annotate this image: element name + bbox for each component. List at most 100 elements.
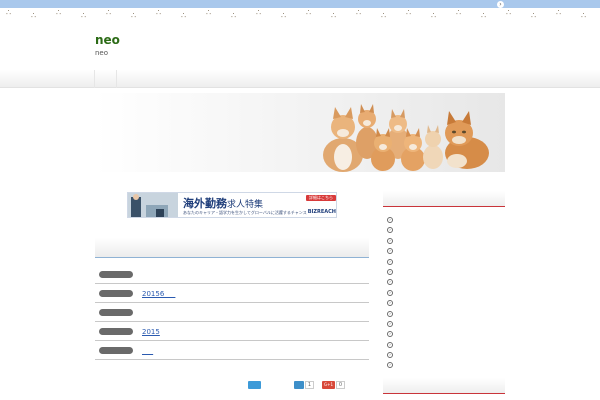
ad-detail-button[interactable]: 詳細はこちら xyxy=(306,195,336,201)
widget-heading xyxy=(383,191,505,207)
list-item xyxy=(95,341,369,360)
post-link[interactable] xyxy=(142,347,153,355)
sidebar-list-item[interactable]: › xyxy=(383,298,505,308)
paw-icon: ∴ xyxy=(6,8,12,17)
date-badge xyxy=(99,328,133,335)
chevron-right-icon: › xyxy=(387,310,393,317)
post-link[interactable]: 20156 xyxy=(142,290,175,298)
site-description: neo xyxy=(95,49,109,57)
paw-icon: ∴ xyxy=(231,11,237,20)
paw-icon: ∴ xyxy=(306,8,312,17)
paw-icon: ∴ xyxy=(331,11,337,20)
date-badge xyxy=(99,290,133,297)
widget-heading-2 xyxy=(383,378,505,394)
cat-7 xyxy=(445,111,489,169)
site-title[interactable]: neo xyxy=(95,33,120,47)
paw-icon: ∴ xyxy=(81,11,87,20)
list-item: 2015 xyxy=(95,322,369,341)
sidebar-list-item[interactable]: › xyxy=(383,350,505,360)
paw-icon: ∴ xyxy=(456,8,462,17)
paw-icon: ∴ xyxy=(381,11,387,20)
paw-pattern: ∴ ∴ ∴ ∴ ∴ ∴ ∴ ∴ ∴ ∴ ∴ ∴ ∴ ∴ ∴ ∴ ∴ ∴ ∴ ∴ ∴ ∴ ∴ ∴ xyxy=(0,8,600,20)
date-badge xyxy=(99,309,133,316)
widget-list: › › › › › › › › › › › › › › › xyxy=(383,207,505,371)
chevron-right-icon: › xyxy=(387,237,393,244)
chevron-right-icon: › xyxy=(387,352,393,359)
paw-icon: ∴ xyxy=(406,8,412,17)
sidebar-list-item[interactable]: › xyxy=(383,225,505,235)
ad-people-illustration xyxy=(128,193,178,217)
ad-headline-rest: 求人特集 xyxy=(227,200,264,210)
date-badge xyxy=(99,271,133,278)
google-plus-count: 0 xyxy=(336,381,345,389)
chevron-right-icon: › xyxy=(387,289,393,296)
ad-headline: 海外勤務求人特集 xyxy=(183,195,263,211)
sidebar-list-item[interactable]: › xyxy=(383,215,505,225)
list-item: 20156 xyxy=(95,284,369,303)
post-link[interactable]: 2015 xyxy=(142,328,160,336)
paw-icon: ∴ xyxy=(156,8,162,17)
chevron-right-icon: › xyxy=(387,248,393,255)
sidebar-list-item[interactable]: › xyxy=(383,360,505,370)
chevron-right-icon: › xyxy=(387,268,393,275)
paw-icon: ∴ xyxy=(56,8,62,17)
paw-icon: ∴ xyxy=(106,8,112,17)
cats-illustration xyxy=(323,104,489,172)
chevron-right-icon: › xyxy=(387,258,393,265)
hatena-icon: B xyxy=(296,390,301,397)
nav-item-home[interactable] xyxy=(94,70,117,88)
paw-icon: ∴ xyxy=(256,8,262,17)
svg-text:B: B xyxy=(296,390,301,397)
chevron-right-icon: › xyxy=(387,331,393,338)
chevron-right-icon: › xyxy=(387,300,393,307)
paw-icon: ∴ xyxy=(481,11,487,20)
ad-right-block: 詳細はこちら BIZREACH xyxy=(288,195,336,217)
sidebar-list-item[interactable]: › xyxy=(383,309,505,319)
sidebar-list-item[interactable]: › xyxy=(383,340,505,350)
hatena-count: 1 xyxy=(305,381,314,389)
sidebar-list-item[interactable]: › xyxy=(383,236,505,246)
nav-bar xyxy=(0,70,600,88)
paw-icon: ∴ xyxy=(506,8,512,17)
top-band xyxy=(0,0,600,8)
paw-icon: ∴ xyxy=(31,11,37,20)
paw-icon: ∴ xyxy=(281,11,287,20)
list-item xyxy=(95,303,369,322)
paw-icon: ∴ xyxy=(581,11,587,20)
google-plus-button[interactable]: G+1 xyxy=(322,381,335,389)
paw-icon: ∴ xyxy=(131,11,137,20)
header-image xyxy=(95,93,505,172)
scroll-arrow-icon[interactable]: › xyxy=(497,1,504,8)
twitter-icon xyxy=(252,389,258,394)
ad-banner[interactable]: 海外勤務求人特集 あなたのキャリア・語学力を生かしてグローバルに活躍するチャンス… xyxy=(127,192,337,218)
twitter-share-button[interactable] xyxy=(248,381,261,394)
ad-brand-logo: BIZREACH xyxy=(307,209,336,215)
chevron-right-icon: › xyxy=(387,227,393,234)
ad-photo xyxy=(128,193,178,217)
sidebar-list-item[interactable]: › xyxy=(383,277,505,287)
chevron-right-icon: › xyxy=(387,217,393,223)
sidebar-list-item[interactable]: › xyxy=(383,257,505,267)
list-item xyxy=(95,265,369,284)
sidebar-list-item[interactable]: › xyxy=(383,288,505,298)
paw-icon: ∴ xyxy=(181,11,187,20)
paw-icon: ∴ xyxy=(206,8,212,17)
sidebar-list-item[interactable]: › xyxy=(383,329,505,339)
date-badge xyxy=(99,347,133,354)
post-list: 20156 2015 xyxy=(95,265,369,360)
cat-6 xyxy=(423,125,443,169)
section-heading-bar xyxy=(95,238,369,258)
paw-icon: ∴ xyxy=(356,8,362,17)
hatena-bookmark-button[interactable]: B xyxy=(294,381,304,397)
sidebar-list-item[interactable]: › xyxy=(383,267,505,277)
paw-icon: ∴ xyxy=(531,11,537,20)
sidebar-list-item[interactable]: › xyxy=(383,246,505,256)
chevron-right-icon: › xyxy=(387,279,393,286)
chevron-right-icon: › xyxy=(387,320,393,327)
sidebar-list-item[interactable]: › xyxy=(383,319,505,329)
chevron-right-icon: › xyxy=(387,362,393,369)
chevron-right-icon: › xyxy=(387,341,393,348)
paw-icon: ∴ xyxy=(431,11,437,20)
ad-headline-bold: 海外勤務 xyxy=(183,197,227,210)
paw-icon: ∴ xyxy=(556,8,562,17)
